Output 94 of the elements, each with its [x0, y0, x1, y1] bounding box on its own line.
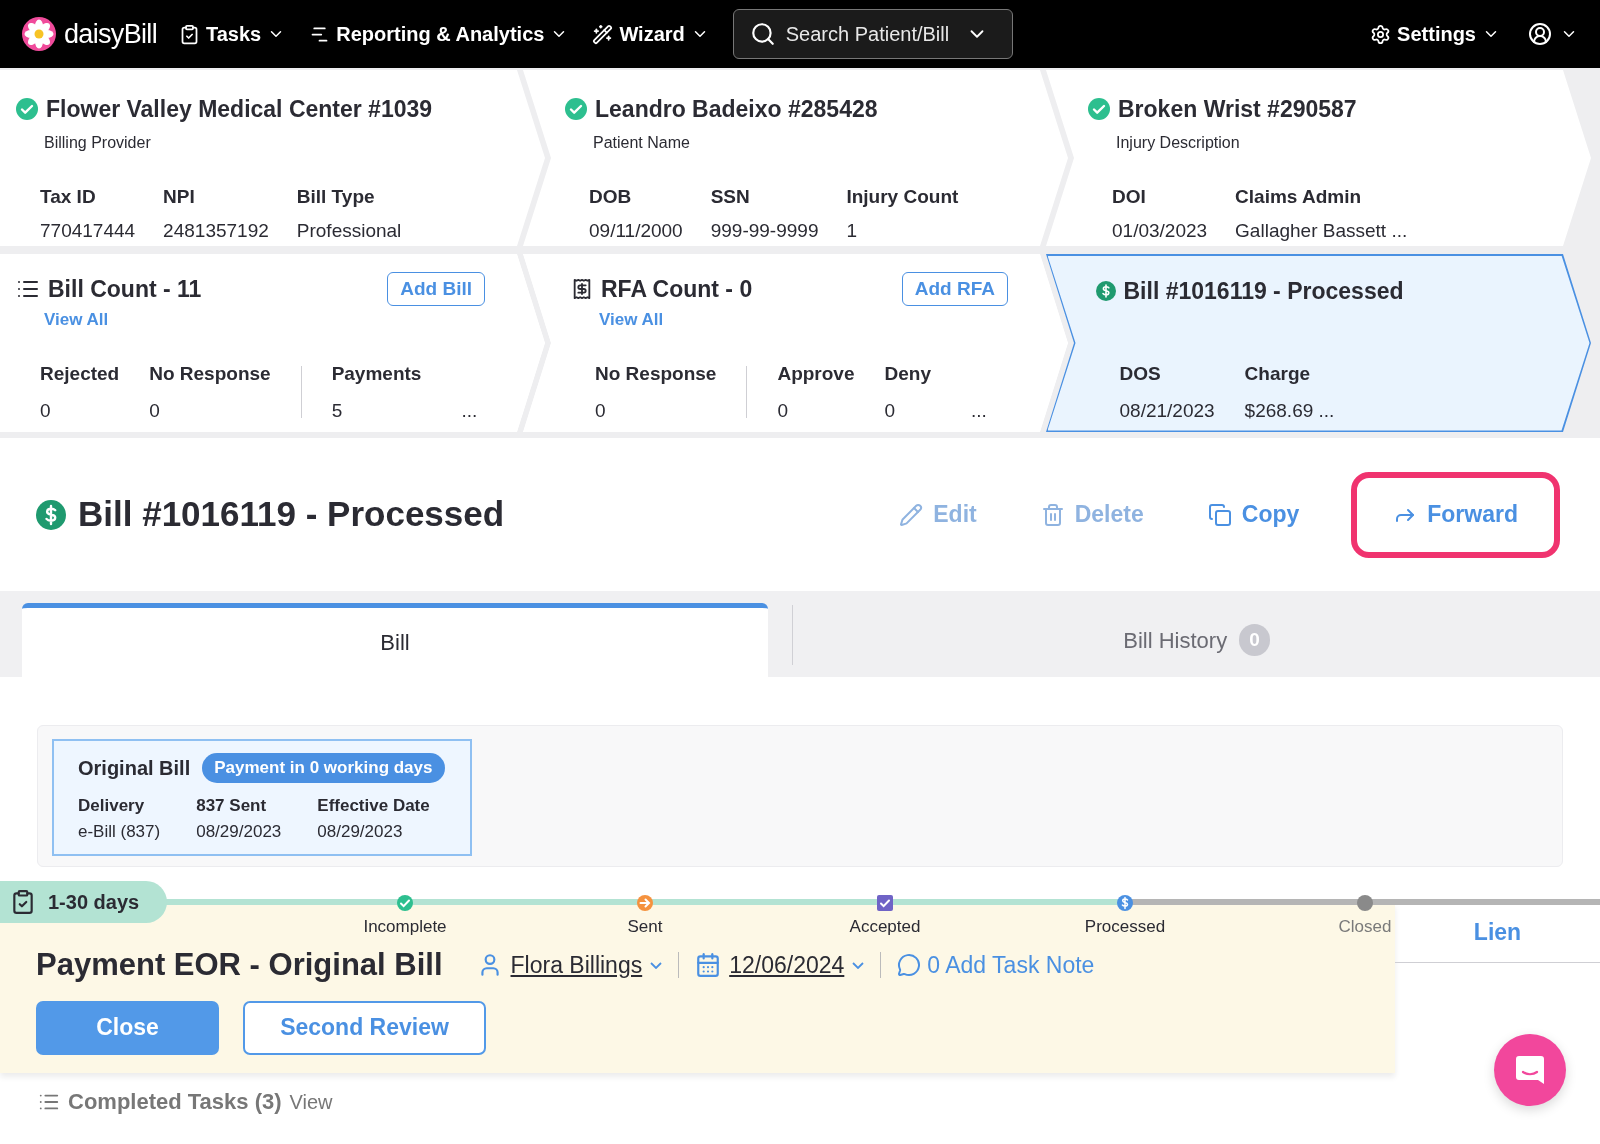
nav-menu[interactable]: Wizard	[592, 19, 709, 49]
status-badge: Payment in 0 working days	[202, 753, 445, 783]
completed-tasks-label: Completed Tasks (3)	[68, 1088, 282, 1116]
field-label: Charge	[1244, 362, 1312, 386]
more-ellipsis[interactable]: ...	[461, 396, 478, 425]
field-label: Rejected	[40, 362, 120, 386]
clipboard-icon	[10, 889, 36, 915]
action-icon	[1207, 502, 1232, 527]
date-dropdown[interactable]: 12/06/2024	[695, 948, 865, 983]
field-value: Gallagher Bassett ...	[1235, 219, 1408, 243]
step-label: Incomplete	[363, 916, 447, 938]
summary-card[interactable]: Broken Wrist #290587 Injury Description DOI 01/03/2023 Claims Admin Gallagher Bassett ...	[1046, 70, 1591, 246]
nav-menu[interactable]: Reporting & Analytics	[309, 19, 569, 49]
dollar-circle-icon	[36, 499, 66, 530]
field-value: 08/29/2023	[196, 820, 282, 843]
card-title: Leandro Badeixo #285428	[595, 95, 878, 124]
age-label: 1-30 days	[48, 890, 140, 915]
field-label: 837 Sent	[196, 795, 268, 817]
field-label: Delivery	[78, 795, 146, 817]
field-label: DOS	[1119, 362, 1162, 386]
chat-button[interactable]	[1494, 1034, 1566, 1106]
card-subtitle: Injury Description	[1116, 132, 1240, 153]
card-title: RFA Count - 0	[601, 275, 753, 304]
field-value: 2481357192	[163, 219, 269, 243]
step-label: Sent	[627, 916, 663, 938]
card-title: Bill Count - 11	[48, 275, 202, 304]
field-value: 999-99-9999	[710, 219, 819, 243]
field-label: Injury Count	[846, 184, 959, 209]
field-label: Effective Date	[317, 795, 430, 817]
user-icon	[1528, 22, 1552, 46]
field-label: Deny	[884, 362, 931, 386]
step-label: Closed	[1338, 916, 1392, 938]
settings-icon	[1370, 23, 1392, 45]
flower-logo-icon	[22, 17, 56, 51]
summary-card[interactable]: Bill #1016119 - Processed DOS 08/21/2023 Charge $268.69 ...	[1046, 254, 1591, 432]
field-value: 01/03/2023	[1112, 219, 1208, 243]
nav-item-icon	[592, 23, 614, 45]
card-title: Bill #1016119 - Processed	[1123, 276, 1404, 306]
field-label: Bill Type	[296, 184, 376, 209]
nav-menu[interactable]: Tasks	[178, 19, 286, 49]
field-label: DOI	[1112, 184, 1147, 209]
field-value: 0	[149, 398, 161, 423]
field-label: No Response	[595, 362, 717, 386]
field-value: 08/21/2023	[1119, 398, 1215, 423]
field-label: Claims Admin	[1235, 184, 1363, 209]
view-link[interactable]: View	[289, 1086, 333, 1117]
field-value: 08/29/2023	[317, 820, 404, 843]
bill-title: Bill #1016119 - Processed	[78, 493, 505, 536]
field-value: 0	[595, 398, 607, 423]
step-label: Accepted	[849, 916, 921, 938]
action-icon	[1040, 502, 1065, 527]
tab[interactable]: Bill	[22, 603, 768, 677]
chevron-down-icon	[852, 961, 865, 969]
field-label: SSN	[710, 184, 751, 209]
field-value: 0	[884, 398, 897, 423]
assignee-dropdown[interactable]: Flora Billings	[476, 948, 663, 983]
card-title: Original Bill	[78, 756, 191, 781]
field-label: Tax ID	[40, 184, 97, 209]
app-logo-text: daisyBill	[64, 17, 157, 51]
field-label: DOB	[589, 184, 633, 209]
search-bar[interactable]: Search Patient/Bill	[732, 9, 1013, 59]
original-bill-card[interactable]: Original Bill Payment in 0 working days Delivery e-Bill (837) 837 Sent 08/29/2023 Effective Date 08/29/2023	[52, 739, 472, 856]
summary-card[interactable]: Flower Valley Medical Center #1039 Billing Provider Tax ID 770417444 NPI 2481357192 Bill Type Professional	[0, 70, 545, 246]
task-title: Payment EOR - Original Bill	[36, 946, 443, 984]
field-value: $268.69 ...	[1244, 398, 1335, 423]
field-label: No Response	[149, 362, 271, 386]
field-value: Professional	[296, 219, 402, 243]
card-subtitle: Billing Provider	[44, 132, 151, 153]
field-label: Approve	[777, 362, 855, 386]
chevron-down-icon	[650, 961, 663, 969]
search-icon	[749, 21, 776, 47]
field-value: 09/11/2000	[589, 219, 683, 243]
search-field[interactable]: Search Patient/Bill	[785, 19, 956, 49]
chat-icon	[1513, 1053, 1547, 1087]
dollar-circle-icon	[1095, 280, 1116, 301]
step-label: Processed	[1084, 916, 1166, 938]
field-value: e-Bill (837)	[78, 820, 161, 843]
receipt-icon	[571, 278, 593, 301]
settings-menu[interactable]: Settings	[1370, 19, 1500, 49]
field-value: 0	[777, 398, 789, 423]
field-value: 5	[331, 398, 344, 423]
card-title: Broken Wrist #290587	[1118, 95, 1357, 124]
field-value: 1	[846, 219, 859, 243]
card-title: Flower Valley Medical Center #1039	[46, 95, 433, 124]
card-subtitle: Patient Name	[593, 132, 690, 153]
calendar-icon	[695, 952, 722, 979]
field-value: 0	[40, 398, 52, 423]
action-icon	[899, 502, 924, 527]
more-ellipsis[interactable]: ...	[970, 396, 987, 425]
field-label: NPI	[163, 184, 196, 209]
summary-card[interactable]: Leandro Badeixo #285428 Patient Name DOB 09/11/2000 SSN 999-99-9999 Injury Count 1	[523, 70, 1068, 246]
field-value: 770417444	[40, 219, 136, 243]
field-label: Payments	[331, 362, 422, 386]
speech-bubble-icon	[897, 953, 922, 978]
